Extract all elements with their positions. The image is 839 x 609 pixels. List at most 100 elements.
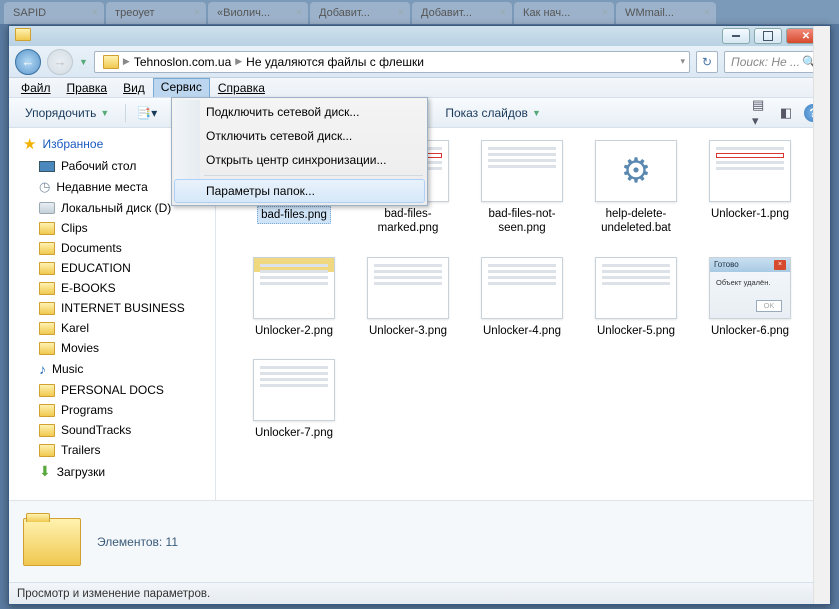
browser-tab: треоует× [106,2,206,24]
menu-edit[interactable]: Правка [59,79,116,97]
include-in-library-button[interactable]: 📑▾ [134,102,159,124]
file-item[interactable]: Unlocker-3.png [358,257,458,339]
service-dropdown: Подключить сетевой диск... Отключить сет… [171,97,428,206]
file-item[interactable]: Unlocker-5.png [586,257,686,339]
file-thumbnail [709,140,791,202]
background-browser-tabs: SAPID× треоует× «Виолич...× Добавит...× … [0,0,839,24]
chevron-down-icon[interactable]: ▾ [680,56,685,67]
browser-tab: Как нач...× [514,2,614,24]
file-label: bad-files-marked.png [358,206,458,237]
window-icon [15,28,31,41]
sidebar-item-label: Movies [61,341,99,355]
sidebar-item-label: Programs [61,403,113,417]
folder-icon [39,342,55,355]
file-item[interactable]: Unlocker-2.png [244,257,344,339]
sidebar-item[interactable]: INTERNET BUSINESS [9,298,215,318]
file-item[interactable]: Unlocker-7.png [244,359,344,441]
file-label: Unlocker-7.png [252,425,336,441]
separator [125,104,126,122]
browser-tab: WMmail...× [616,2,716,24]
item-count-label: Элементов: 11 [97,535,178,549]
breadcrumb-seg-1[interactable]: Не удаляются файлы с флешки [242,52,428,72]
file-label: Unlocker-4.png [480,323,564,339]
sidebar-item[interactable]: SoundTracks [9,420,215,440]
chevron-right-icon: ▶ [235,56,242,67]
menu-separator [204,175,423,176]
file-item[interactable]: Готово×Объект удалён.OKUnlocker-6.png [700,257,800,339]
sidebar-item-label: Documents [61,241,122,255]
maximize-button[interactable] [754,28,782,44]
recent-icon: ◷ [39,179,50,195]
menu-open-sync-center[interactable]: Открыть центр синхронизации... [174,148,425,172]
browser-tab: SAPID× [4,2,104,24]
sidebar-item-label: Music [52,362,83,376]
sidebar-item[interactable]: EDUCATION [9,258,215,278]
sidebar-item-label: E-BOOKS [61,281,116,295]
browser-tab: Добавит...× [310,2,410,24]
sidebar-favorites-label: Избранное [42,137,103,151]
file-thumbnail [481,140,563,202]
menu-view[interactable]: Вид [115,79,153,97]
sidebar-item[interactable]: Clips [9,218,215,238]
folder-icon [39,404,55,417]
sidebar-item[interactable]: ⬇Загрузки [9,460,215,483]
breadcrumb-bar[interactable]: ▶ Tehnoslon.com.ua ▶ Не удаляются файлы … [94,51,690,73]
slideshow-button[interactable]: Показ слайдов▼ [437,102,549,124]
file-item[interactable]: Unlocker-4.png [472,257,572,339]
organize-button[interactable]: Упорядочить▼ [17,102,117,124]
file-label: Unlocker-1.png [708,206,792,222]
menu-folder-options[interactable]: Параметры папок... [174,179,425,203]
file-label: help-delete-undeleted.bat [586,206,686,237]
view-options-icon[interactable]: ▤ ▾ [752,105,768,121]
sidebar-item[interactable]: Trailers [9,440,215,460]
folder-icon [103,55,119,69]
menu-map-network-drive[interactable]: Подключить сетевой диск... [174,100,425,124]
file-thumbnail [481,257,563,319]
file-label: Unlocker-5.png [594,323,678,339]
status-bar: Просмотр и изменение параметров. [9,582,830,604]
menu-bar: Файл Правка Вид Сервис Справка Подключит… [9,78,830,98]
browser-tab: Добавит...× [412,2,512,24]
sidebar-item[interactable]: E-BOOKS [9,278,215,298]
sidebar-item[interactable]: Karel [9,318,215,338]
sidebar-item-label: PERSONAL DOCS [61,383,164,397]
address-bar-row: ← → ▼ ▶ Tehnoslon.com.ua ▶ Не удаляются … [9,46,830,78]
sidebar-item[interactable]: Programs [9,400,215,420]
preview-pane-icon[interactable]: ◧ [778,105,794,121]
menu-disconnect-network-drive[interactable]: Отключить сетевой диск... [174,124,425,148]
file-thumbnail [367,257,449,319]
file-item[interactable]: Unlocker-1.png [700,140,800,237]
sidebar-item-label: Недавние места [56,180,147,194]
music-icon: ♪ [39,361,46,377]
file-label: bad-files-not-seen.png [472,206,572,237]
folder-icon [39,222,55,235]
sidebar-item[interactable]: Documents [9,238,215,258]
disk-icon [39,202,55,214]
file-label: bad-files.png [257,206,331,224]
sidebar-item[interactable]: Movies [9,338,215,358]
search-input[interactable]: Поиск: Не ... 🔍 [724,51,824,73]
sidebar-item-label: INTERNET BUSINESS [61,301,185,315]
file-item[interactable]: bad-files-not-seen.png [472,140,572,237]
file-item[interactable]: ⚙help-delete-undeleted.bat [586,140,686,237]
breadcrumb-seg-0[interactable]: Tehnoslon.com.ua [130,52,235,72]
sidebar-item-label: SoundTracks [61,423,131,437]
minimize-button[interactable] [722,28,750,44]
sidebar-item-label: Trailers [61,443,101,457]
titlebar [9,26,830,46]
menu-file[interactable]: Файл [13,79,59,97]
menu-help[interactable]: Справка [210,79,273,97]
details-pane: Элементов: 11 [9,500,830,582]
sidebar-item[interactable]: ♪ Music [9,358,215,380]
sidebar-item[interactable]: PERSONAL DOCS [9,380,215,400]
menu-service[interactable]: Сервис [153,78,210,97]
folder-icon [39,424,55,437]
folder-icon [39,262,55,275]
folder-icon [39,444,55,457]
refresh-button[interactable]: ↻ [696,51,718,73]
back-button[interactable]: ← [15,49,41,75]
browser-tab: «Виолич...× [208,2,308,24]
search-placeholder: Поиск: Не ... [731,55,800,69]
nav-history-dropdown-icon[interactable]: ▼ [79,57,88,67]
forward-button[interactable]: → [47,49,73,75]
